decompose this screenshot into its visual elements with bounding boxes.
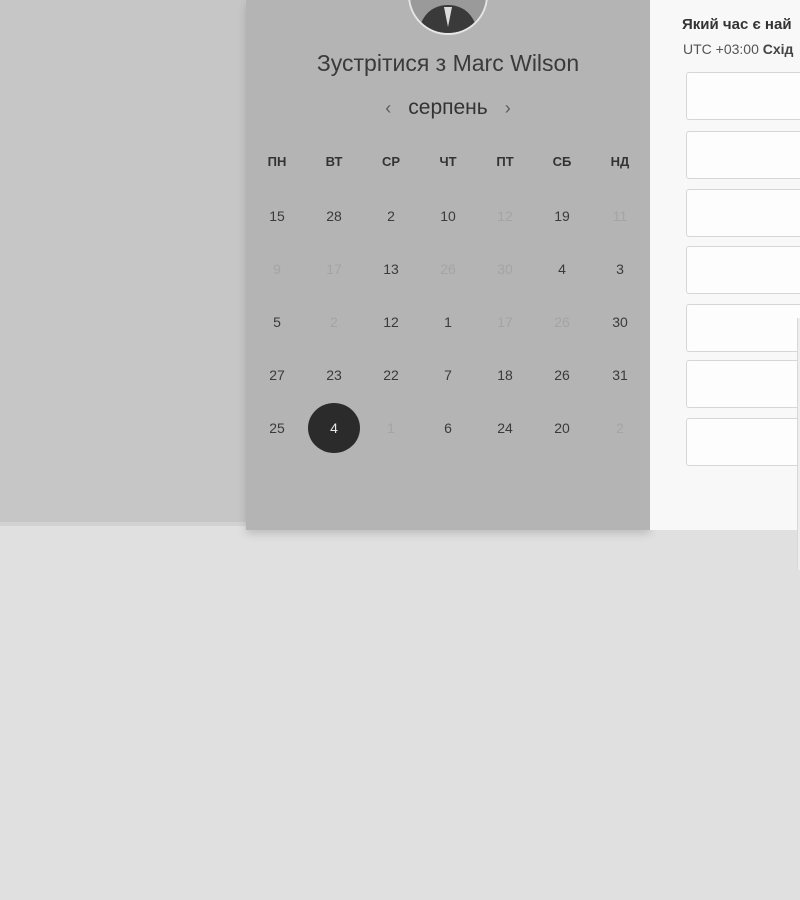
calendar-day: 11 <box>612 208 628 224</box>
timezone-selector[interactable]: UTC +03:00 Схід <box>683 41 793 57</box>
time-slot-button[interactable] <box>686 246 800 294</box>
weekday-label: ВТ <box>325 154 343 169</box>
calendar-day[interactable]: 27 <box>254 352 300 398</box>
month-label: серпень <box>408 96 488 119</box>
time-slot-button[interactable] <box>686 418 800 466</box>
chevron-left-icon[interactable]: ‹ <box>376 95 400 121</box>
time-slot-button[interactable] <box>686 360 800 408</box>
calendar-day[interactable]: 20 <box>539 405 585 451</box>
calendar-day: 17 <box>326 261 342 277</box>
calendar-day[interactable]: 26 <box>539 352 585 398</box>
calendar-day[interactable]: 12 <box>368 299 414 345</box>
time-question-heading: Який час є най <box>682 16 792 33</box>
calendar-day[interactable]: 3 <box>597 246 643 292</box>
weekday-label: СБ <box>552 154 572 169</box>
calendar-day[interactable]: 10 <box>425 193 471 239</box>
timezone-name: Схід <box>762 41 794 57</box>
weekday-label: ЧТ <box>439 154 457 169</box>
calendar-day: 9 <box>273 261 281 277</box>
calendar-day-selected[interactable]: 4 <box>308 403 360 453</box>
calendar-day[interactable]: 23 <box>311 352 357 398</box>
calendar-day[interactable]: 15 <box>254 193 300 239</box>
left-background-panel <box>0 0 246 526</box>
calendar-day[interactable]: 31 <box>597 352 643 398</box>
calendar-day[interactable]: 7 <box>425 352 471 398</box>
calendar-day[interactable]: 2 <box>368 193 414 239</box>
calendar-day: 26 <box>440 261 456 277</box>
time-slot-button[interactable] <box>686 304 800 352</box>
timezone-offset: UTC +03:00 <box>683 41 759 57</box>
time-slot-button[interactable] <box>686 72 800 120</box>
scheduling-page: Зустрітися з Marc Wilson ‹ серпень › ПН В… <box>0 0 800 900</box>
weekday-label: ПТ <box>496 154 514 169</box>
calendar-day[interactable]: 24 <box>482 405 528 451</box>
person-photo-icon <box>410 0 486 33</box>
calendar-day: 1 <box>387 420 395 436</box>
calendar-day[interactable]: 6 <box>425 405 471 451</box>
calendar-day[interactable]: 28 <box>311 193 357 239</box>
month-navigation: ‹ серпень › <box>246 95 650 121</box>
calendar-day[interactable]: 19 <box>539 193 585 239</box>
weekday-label: НД <box>610 154 630 169</box>
time-slot-button[interactable] <box>686 131 800 179</box>
calendar-day: 26 <box>554 314 570 330</box>
avatar <box>408 0 488 35</box>
calendar-day[interactable]: 5 <box>254 299 300 345</box>
calendar-day[interactable]: 13 <box>368 246 414 292</box>
calendar-day: 2 <box>330 314 338 330</box>
calendar-panel: Зустрітися з Marc Wilson ‹ серпень › ПН В… <box>246 0 650 530</box>
calendar-day: 2 <box>616 420 624 436</box>
calendar-day[interactable]: 18 <box>482 352 528 398</box>
calendar-day: 17 <box>497 314 513 330</box>
calendar-day[interactable]: 4 <box>539 246 585 292</box>
calendar-day: 12 <box>497 208 513 224</box>
meeting-title: Зустрітися з Marc Wilson <box>316 50 580 76</box>
calendar-day[interactable]: 1 <box>425 299 471 345</box>
calendar-day[interactable]: 30 <box>597 299 643 345</box>
time-selection-panel: Який час є най UTC +03:00 Схід <box>650 0 800 530</box>
weekday-label: СР <box>381 154 401 169</box>
weekday-header: ПН ВТ СР ЧТ ПТ СБ НД <box>246 154 650 174</box>
calendar-day[interactable]: 25 <box>254 405 300 451</box>
chevron-right-icon[interactable]: › <box>496 95 520 121</box>
weekday-label: ПН <box>267 154 287 169</box>
time-slot-button[interactable] <box>686 189 800 237</box>
calendar-day: 30 <box>497 261 513 277</box>
calendar-day[interactable]: 22 <box>368 352 414 398</box>
